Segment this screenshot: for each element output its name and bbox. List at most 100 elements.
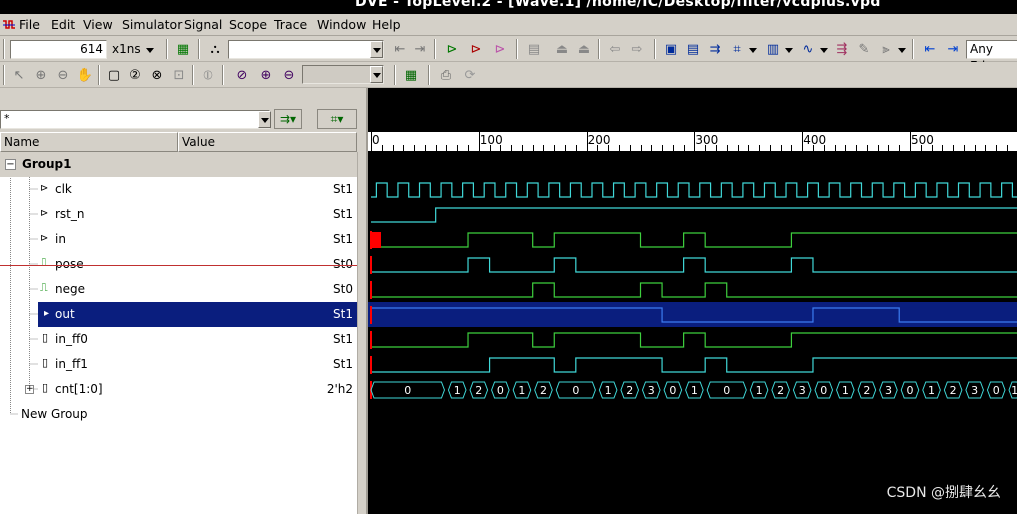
schematic-dropdown-chevron-icon[interactable]	[749, 48, 757, 53]
bus-value: 1	[518, 384, 525, 397]
bus-value: 2	[863, 384, 870, 397]
bus-value: 1	[1011, 384, 1017, 397]
bus-value: 0	[404, 384, 411, 397]
add-to-waves-icon[interactable]: ⊳	[442, 39, 462, 59]
menu-help[interactable]: Help	[372, 17, 401, 32]
binoculars-icon[interactable]: ⛬	[205, 39, 225, 59]
group-label: Group1	[22, 157, 72, 171]
menu-edit[interactable]: Edit	[51, 17, 75, 32]
list-window-icon[interactable]: ∿	[798, 39, 818, 59]
ruler-ticks: 0 100 200 300 400 500	[368, 132, 1017, 152]
tree-row-new-group[interactable]: New Group	[0, 402, 357, 427]
source-window-icon[interactable]: ⇉	[705, 39, 725, 59]
bus-value: 1	[605, 384, 612, 397]
ruler-label: 400	[803, 133, 826, 147]
add-to-schematic-icon[interactable]: ⊳	[466, 39, 486, 59]
time-unit-select[interactable]: x1ns	[112, 42, 141, 56]
time-input[interactable]: 614	[10, 40, 107, 59]
hierarchy-window-icon[interactable]: ▣	[661, 39, 681, 59]
time-unit-chevron-icon[interactable]	[146, 48, 154, 53]
tree-row-nege[interactable]: ⎍ nege St0	[0, 277, 357, 302]
bus-value: 2	[626, 384, 633, 397]
wave-in-x-marker	[371, 232, 381, 248]
trace-dropdown-chevron-icon[interactable]	[898, 48, 906, 53]
collapse-toggle-icon[interactable]: −	[5, 159, 16, 170]
dve-app-icon[interactable]	[2, 18, 16, 31]
tree-row-in-ff0[interactable]: ▯ in_ff0 St1	[0, 327, 357, 352]
data-window-icon[interactable]: ▤	[683, 39, 703, 59]
schematic-window-icon[interactable]: ⌗	[727, 39, 747, 59]
tree-row-clk[interactable]: ⊳ clk St1	[0, 177, 357, 202]
bus-value: 0	[993, 384, 1000, 397]
zoom-region-icon[interactable]: ⊡	[169, 65, 189, 85]
step-down-icon[interactable]: ⏏	[574, 39, 594, 59]
menu-scope[interactable]: Scope	[229, 17, 267, 32]
zoom-fit-icon[interactable]: ▢	[104, 65, 124, 85]
list-dropdown-chevron-icon[interactable]	[820, 48, 828, 53]
tree-row-out[interactable]: ▸ out St1	[0, 302, 357, 327]
back-arrow-icon[interactable]: ⇦	[605, 39, 625, 59]
wave-window-icon[interactable]: ▥	[763, 39, 783, 59]
tree-row-group1[interactable]: − Group1	[0, 152, 357, 177]
waveform-pane: 0 100 200 300 400 500 01201201230101230123012…	[366, 88, 1017, 514]
input-port-icon: ⊳	[40, 208, 49, 219]
zoom-in-icon[interactable]: ⊕	[31, 65, 51, 85]
zoom-out-icon[interactable]: ⊖	[53, 65, 73, 85]
search-input[interactable]	[228, 40, 384, 59]
filter-mode-icon[interactable]: ⇉▾	[274, 109, 302, 129]
pane-splitter-scrollbar[interactable]	[357, 152, 366, 514]
grid-icon[interactable]: ▦	[401, 65, 421, 85]
bus-value: 0	[820, 384, 827, 397]
tree-row-rst-n[interactable]: ⊳ rst_n St1	[0, 202, 357, 227]
step-up-icon[interactable]: ⏏	[552, 39, 572, 59]
filter-dropdown-button[interactable]	[258, 111, 271, 128]
select-pointer-icon[interactable]: ↖	[9, 65, 29, 85]
zoom-full-icon[interactable]: ⦶	[198, 65, 218, 85]
document-icon[interactable]: ▤	[524, 39, 544, 59]
tree-row-in-ff1[interactable]: ▯ in_ff1 St1	[0, 352, 357, 377]
column-header-value[interactable]: Value	[178, 132, 357, 152]
zoom-cursor-icon[interactable]: ⊗	[147, 65, 167, 85]
waveform-canvas[interactable]: 01201201230101230123012301	[368, 152, 1017, 514]
refresh-icon[interactable]: ⟳	[460, 65, 480, 85]
go-to-time-icon[interactable]: ▦	[173, 39, 193, 59]
add-to-path-icon[interactable]: ⊳	[490, 39, 510, 59]
zoom-out-circle-icon[interactable]: ⊖	[279, 65, 299, 85]
menu-view[interactable]: View	[83, 17, 113, 32]
search-dropdown-button[interactable]	[370, 41, 383, 58]
menu-trace[interactable]: Trace	[274, 17, 307, 32]
zoom-prev-icon[interactable]: ⊘	[232, 65, 252, 85]
menu-signal[interactable]: Signal	[184, 17, 222, 32]
find-next-icon[interactable]: ⇥	[410, 39, 430, 59]
forward-arrow-icon[interactable]: ⇨	[627, 39, 647, 59]
menu-window[interactable]: Window	[317, 17, 366, 32]
expand-toggle-icon[interactable]: +	[25, 385, 34, 394]
menu-file[interactable]: File	[19, 17, 40, 32]
zoom-in-circle-icon[interactable]: ⊕	[256, 65, 276, 85]
signal-tree: − Group1 ⊳ clk St1 ⊳ rst_n St1 ⊳ in St1 …	[0, 152, 357, 514]
trace-loads-icon[interactable]: ✎	[854, 39, 874, 59]
signal-value: St0	[333, 282, 353, 296]
column-header-name[interactable]: Name	[0, 132, 178, 152]
toolbar-separator	[428, 65, 430, 85]
menu-simulator[interactable]: Simulator	[122, 17, 182, 32]
tree-row-cnt[interactable]: + ▯ cnt[1:0] 2'h2	[0, 377, 357, 402]
edge-prev-icon[interactable]: ⇤	[920, 39, 940, 59]
find-prev-icon[interactable]: ⇤	[390, 39, 410, 59]
tree-row-in[interactable]: ⊳ in St1	[0, 227, 357, 252]
toolbar-separator	[516, 39, 518, 59]
pan-hand-icon[interactable]: ✋	[75, 65, 95, 85]
register-icon: ▯	[42, 381, 49, 394]
filter-type-icon[interactable]: ⌗▾	[317, 109, 357, 129]
trace-x-icon[interactable]: ⫸	[876, 39, 896, 59]
selection-highlight	[38, 302, 357, 327]
edge-next-icon[interactable]: ⇥	[943, 39, 963, 59]
wave-dropdown-chevron-icon[interactable]	[785, 48, 793, 53]
zoom-2-icon[interactable]: ②	[125, 65, 145, 85]
edge-type-select[interactable]: Any Edge	[966, 40, 1017, 73]
trace-drivers-icon[interactable]: ⇶	[832, 39, 852, 59]
title-bar: DVE - TopLevel.2 - [Wave.1] /home/IC/Des…	[0, 0, 1017, 14]
signal-filter-input[interactable]: *	[0, 110, 270, 129]
toolbar-separator	[166, 39, 168, 59]
snapshot-icon[interactable]: ⎙	[436, 65, 456, 85]
